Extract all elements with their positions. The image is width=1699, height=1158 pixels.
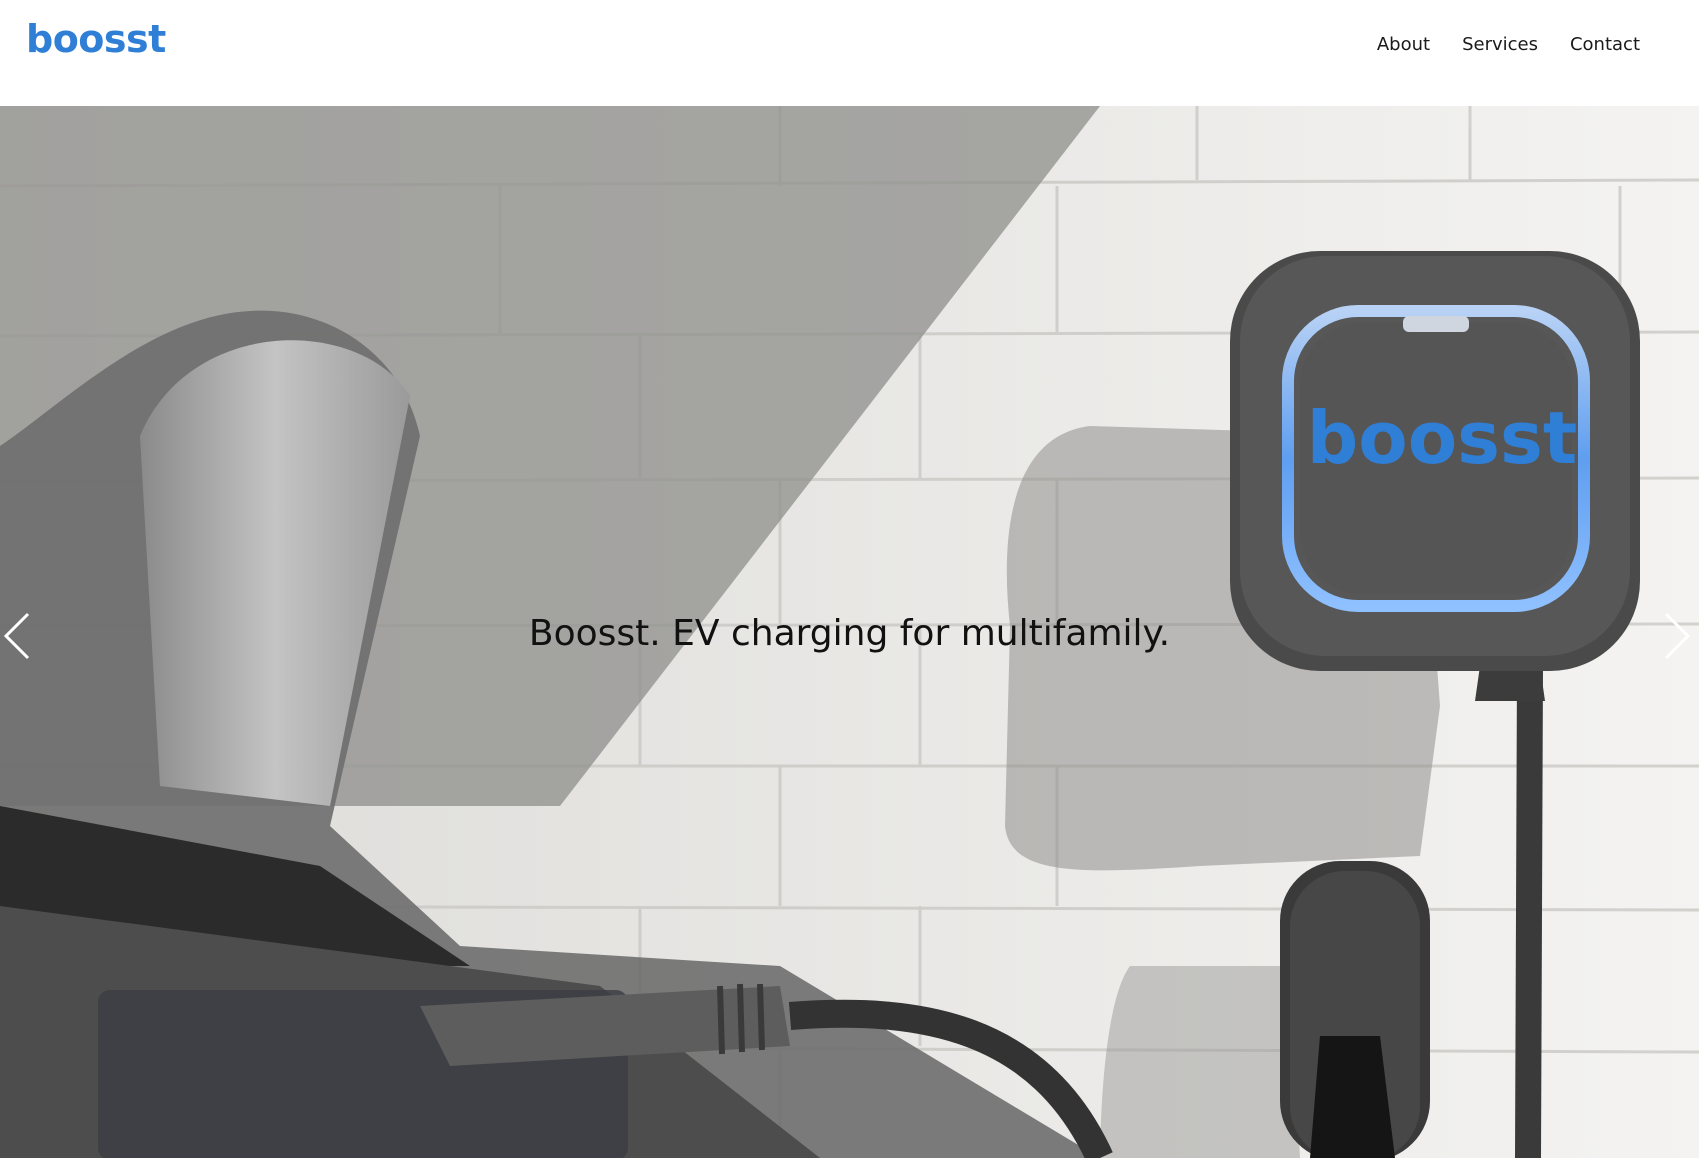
- brand-logo[interactable]: boosst: [26, 14, 166, 64]
- hero-headline: Boosst. EV charging for multifamily.: [528, 613, 1171, 654]
- hero-carousel: boosst Boosst. EV charging for multifami…: [0, 106, 1699, 1158]
- carousel-next-button[interactable]: [1662, 612, 1692, 660]
- chevron-right-icon: [1664, 612, 1691, 660]
- charger-logo-text: boosst: [1307, 396, 1578, 480]
- site-header: boosst About Services Contact: [0, 0, 1699, 106]
- nav-link-services[interactable]: Services: [1462, 30, 1538, 60]
- carousel-prev-button[interactable]: [2, 612, 32, 660]
- nav-link-contact[interactable]: Contact: [1570, 30, 1640, 60]
- nav-link-about[interactable]: About: [1377, 30, 1430, 60]
- main-nav: About Services Contact: [1377, 30, 1640, 60]
- chevron-left-icon: [3, 612, 30, 660]
